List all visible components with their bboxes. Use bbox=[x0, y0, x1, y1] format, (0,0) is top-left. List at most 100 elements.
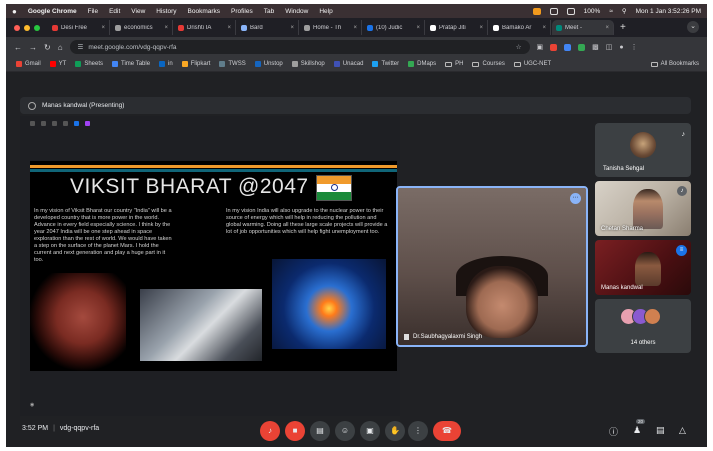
zoom-window-button[interactable] bbox=[34, 24, 40, 31]
menu-file[interactable]: File bbox=[88, 8, 98, 15]
bookmark-item[interactable]: Skillshop bbox=[291, 61, 325, 67]
close-window-button[interactable] bbox=[14, 24, 20, 31]
people-icon[interactable]: ♟ 20 bbox=[633, 419, 646, 436]
info-icon[interactable]: ⓘ bbox=[609, 425, 618, 438]
menu-profiles[interactable]: Profiles bbox=[231, 8, 253, 15]
screen-share-status-icon[interactable] bbox=[532, 7, 541, 15]
captions-button[interactable]: ▤ bbox=[310, 421, 330, 441]
menu-edit[interactable]: Edit bbox=[109, 8, 120, 15]
close-tab-icon[interactable]: × bbox=[227, 25, 231, 31]
tab-strip: Desi Free × economics × Drishti IA × Bard × Home… bbox=[6, 18, 707, 37]
new-tab-button[interactable]: + bbox=[620, 22, 626, 33]
bookmark-item[interactable]: Courses bbox=[472, 61, 505, 67]
extension-icon-3[interactable] bbox=[578, 43, 586, 51]
minimize-window-button[interactable] bbox=[24, 24, 30, 31]
bookmark-item[interactable]: DMaps bbox=[408, 61, 436, 67]
bluetooth-icon[interactable] bbox=[566, 7, 575, 15]
bookmark-item[interactable]: Gmail bbox=[16, 61, 41, 67]
spotlight-icon[interactable]: ⚲ bbox=[622, 7, 627, 15]
bookmark-item[interactable]: TWSS bbox=[219, 61, 246, 67]
menu-help[interactable]: Help bbox=[319, 8, 332, 15]
bookmark-star-icon[interactable]: ☆ bbox=[516, 43, 522, 51]
forward-arrow-icon[interactable]: → bbox=[29, 43, 37, 52]
more-options-icon[interactable]: ⋯ bbox=[570, 193, 581, 204]
side-panel-icon[interactable]: ◫ bbox=[606, 43, 613, 51]
bookmark-item[interactable]: Time Table bbox=[112, 61, 150, 67]
meeting-controls-bar: 3:52 PM | vdg-qqpv-rfa ♪ ■ ▤ ☺ ▣ ✋ ⋮ ☎ ⓘ… bbox=[6, 416, 707, 447]
menu-bookmarks[interactable]: Bookmarks bbox=[188, 8, 221, 15]
close-tab-icon[interactable]: × bbox=[101, 25, 105, 31]
address-bar[interactable]: ☰ meet.google.com/vdg-qqpv-rfa ☆ bbox=[69, 40, 530, 54]
bookmark-item[interactable]: Unacad bbox=[333, 61, 363, 67]
others-tile[interactable]: 14 others bbox=[595, 299, 691, 353]
leave-call-button[interactable]: ☎ bbox=[433, 421, 461, 441]
bookmark-item[interactable]: Unstop bbox=[254, 61, 283, 67]
participant-tile[interactable]: ♪ Tanisha Sehgal bbox=[595, 123, 691, 177]
menu-window[interactable]: Window bbox=[285, 8, 308, 15]
home-icon[interactable]: ⌂ bbox=[58, 43, 63, 52]
app-menu[interactable]: Google Chrome bbox=[28, 8, 77, 15]
bookmark-label: Skillshop bbox=[300, 61, 325, 67]
battery-percent[interactable]: 100% bbox=[584, 8, 601, 15]
display-icon[interactable] bbox=[549, 7, 558, 15]
microphone-off-button[interactable]: ♪ bbox=[260, 421, 280, 441]
slides-bottom-bar: ◉ bbox=[20, 398, 400, 412]
bookmark-item[interactable]: Twitter bbox=[372, 61, 399, 67]
menu-tab[interactable]: Tab bbox=[264, 8, 274, 15]
wifi-icon[interactable]: ≈ bbox=[609, 8, 613, 15]
apple-menu-icon[interactable]: ● bbox=[12, 7, 17, 16]
extension-icon-1[interactable] bbox=[550, 43, 558, 51]
speaking-indicator-icon: ≡ bbox=[676, 245, 687, 256]
participant-tile[interactable]: ≡ Manas kandwal bbox=[595, 240, 691, 295]
close-tab-icon[interactable]: × bbox=[605, 25, 609, 31]
bookmark-item[interactable]: UGC-NET bbox=[513, 61, 551, 67]
menu-view[interactable]: View bbox=[131, 8, 145, 15]
chrome-menu-icon[interactable]: ⋮ bbox=[631, 43, 638, 51]
browser-tab[interactable]: Bard × bbox=[237, 20, 299, 35]
browser-tab[interactable]: economics × bbox=[111, 20, 173, 35]
present-now-button[interactable]: ▣ bbox=[360, 421, 380, 441]
url-text[interactable]: meet.google.com/vdg-qqpv-rfa bbox=[88, 44, 176, 51]
site-info-icon[interactable]: ☰ bbox=[78, 43, 84, 51]
activities-icon[interactable]: △ bbox=[679, 425, 686, 436]
bookmark-item[interactable]: YT bbox=[49, 61, 66, 67]
back-arrow-icon[interactable]: ← bbox=[14, 43, 22, 52]
menu-history[interactable]: History bbox=[156, 8, 176, 15]
chat-icon[interactable]: ▤ bbox=[656, 425, 665, 436]
more-options-button[interactable]: ⋮ bbox=[408, 421, 428, 441]
bookmark-favicon-icon bbox=[16, 61, 22, 67]
browser-tab[interactable]: Home - Th × bbox=[300, 20, 362, 35]
bookmark-item[interactable]: PH bbox=[445, 61, 463, 67]
browser-tab[interactable]: Pratap Jiti × bbox=[426, 20, 488, 35]
close-tab-icon[interactable]: × bbox=[416, 25, 420, 31]
profile-avatar[interactable]: ● bbox=[619, 44, 623, 51]
raise-hand-button[interactable]: ✋ bbox=[385, 421, 405, 441]
reload-icon[interactable]: ↻ bbox=[44, 43, 51, 52]
clock[interactable]: Mon 1 Jan 3:52:26 PM bbox=[636, 8, 701, 15]
close-tab-icon[interactable]: × bbox=[542, 25, 546, 31]
speaker-video-tile[interactable]: ⋯ Dr.Saubhagyalaxmi Singh bbox=[396, 186, 588, 347]
cast-icon[interactable]: ▣ bbox=[537, 43, 544, 51]
close-tab-icon[interactable]: × bbox=[479, 25, 483, 31]
close-tab-icon[interactable]: × bbox=[290, 25, 294, 31]
tab-search-icon[interactable]: ⌄ bbox=[687, 21, 699, 33]
all-bookmarks-button[interactable]: All Bookmarks bbox=[650, 61, 699, 67]
browser-tab[interactable]: (10) Judic × bbox=[363, 20, 425, 35]
close-tab-icon[interactable]: × bbox=[164, 25, 168, 31]
browser-tab[interactable]: Drishti IA × bbox=[174, 20, 236, 35]
close-tab-icon[interactable]: × bbox=[353, 25, 357, 31]
extensions-puzzle-icon[interactable]: ▩ bbox=[592, 43, 599, 51]
camera-off-button[interactable]: ■ bbox=[285, 421, 305, 441]
bookmark-item[interactable]: Flipkart bbox=[181, 61, 210, 67]
speaker-name-label: Dr.Saubhagyalaxmi Singh bbox=[404, 334, 482, 340]
browser-tab[interactable]: Desi Free × bbox=[48, 20, 110, 35]
bookmark-label: PH bbox=[455, 61, 464, 67]
reactions-button[interactable]: ☺ bbox=[335, 421, 355, 441]
bookmark-item[interactable]: Sheets bbox=[75, 61, 103, 67]
extension-icon-2[interactable] bbox=[564, 43, 572, 51]
browser-tab[interactable]: Bamako Ar × bbox=[489, 20, 551, 35]
participant-tile[interactable]: ♪ Chetan Sharma bbox=[595, 181, 691, 236]
browser-tab[interactable]: Meet - × bbox=[552, 20, 614, 35]
bookmark-item[interactable]: in bbox=[159, 61, 173, 67]
tab-title: Bamako Ar bbox=[502, 24, 532, 31]
